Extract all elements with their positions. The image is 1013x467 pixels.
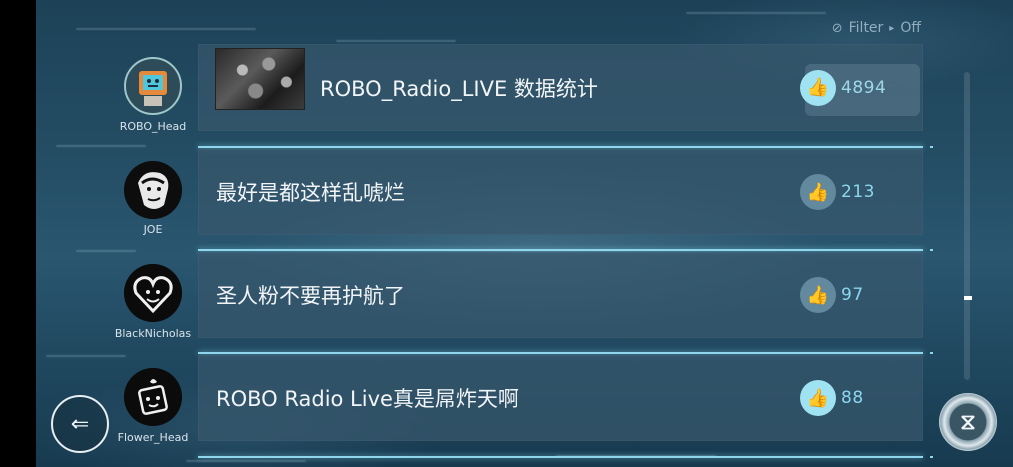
row-divider	[198, 352, 933, 354]
like-group: 👍 88	[800, 380, 864, 416]
scrollbar-thumb[interactable]	[964, 296, 972, 300]
comment-image[interactable]	[215, 48, 305, 110]
comment-row[interactable]: ROBO Radio Live真是屌炸天啊 👍 88	[198, 355, 923, 441]
like-group: 👍 4894	[800, 69, 887, 106]
chevron-right-icon: ▸	[889, 22, 895, 34]
row-divider	[198, 456, 933, 458]
row-divider	[198, 146, 933, 148]
like-count: 88	[841, 388, 864, 408]
comment-row[interactable]: ROBO_Radio_LIVE 数据统计 👍 4894	[198, 44, 923, 131]
row-divider	[198, 249, 933, 251]
back-button[interactable]: ⇐	[51, 395, 109, 453]
username: BlackNicholas	[114, 327, 192, 340]
scrollbar-track[interactable]	[964, 72, 970, 380]
thumbs-up-icon[interactable]: 👍	[800, 277, 836, 313]
comment-text: ROBO_Radio_LIVE 数据统计	[320, 76, 598, 101]
back-arrow-icon: ⇐	[70, 411, 90, 437]
like-group: 👍 213	[800, 174, 875, 210]
like-count: 4894	[841, 77, 887, 98]
avatar[interactable]	[124, 161, 182, 219]
filter-state: Off	[900, 20, 921, 36]
thumbs-up-icon[interactable]: 👍	[800, 174, 836, 210]
comment-text: ROBO Radio Live真是屌炸天啊	[216, 387, 519, 411]
comment-text: 最好是都这样乱唬烂	[216, 181, 405, 205]
thumbs-up-icon[interactable]: 👍	[800, 69, 836, 106]
avatar[interactable]	[124, 57, 182, 115]
username: Flower_Head	[117, 431, 189, 444]
username: JOE	[143, 223, 163, 236]
comment-row[interactable]: 圣人粉不要再护航了 👍 97	[198, 252, 923, 338]
comment-text: 圣人粉不要再护航了	[216, 284, 405, 308]
filter-label: Filter	[848, 20, 884, 36]
like-count: 213	[841, 182, 875, 202]
like-group: 👍 97	[800, 277, 864, 313]
screen: ⊘ Filter ▸ Off ROBO_Radio_LIVE 数据统计 👍 48…	[0, 0, 1013, 467]
eye-slash-icon: ⊘	[831, 20, 843, 36]
username: ROBO_Head	[119, 120, 187, 133]
thumbs-up-icon[interactable]: 👍	[800, 380, 836, 416]
avatar[interactable]	[124, 368, 182, 426]
comment-row[interactable]: 最好是都这样乱唬烂 👍 213	[198, 149, 923, 235]
avatar[interactable]	[124, 264, 182, 322]
like-count: 97	[841, 285, 864, 305]
menu-button[interactable]: ⧖	[939, 393, 997, 451]
menu-emblem-icon: ⧖	[960, 409, 976, 435]
filter-toggle[interactable]: ⊘ Filter ▸ Off	[832, 20, 921, 36]
